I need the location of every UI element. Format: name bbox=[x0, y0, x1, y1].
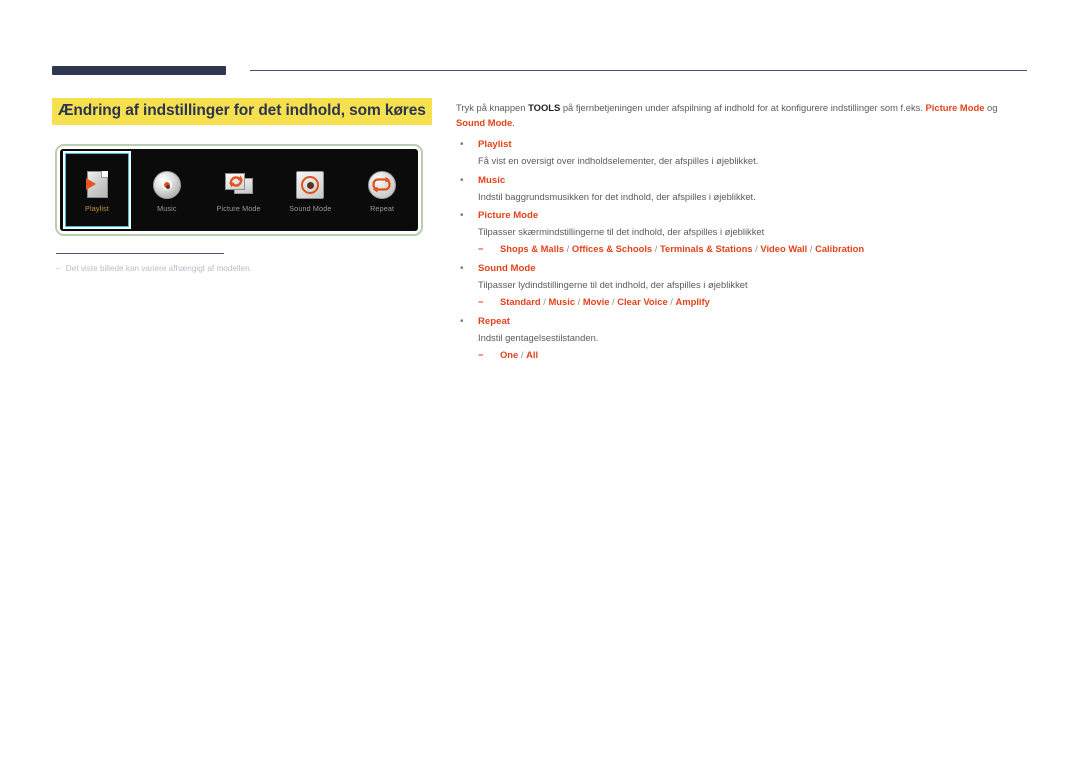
bullet-options: Shops & Malls / Offices & Schools / Term… bbox=[500, 243, 865, 255]
sound-mode-ring-icon bbox=[293, 170, 327, 200]
bullet-title: Playlist bbox=[478, 139, 512, 151]
header-rule bbox=[52, 66, 1027, 78]
bullet-heading-row: • Music bbox=[456, 173, 1028, 189]
list-item: • Repeat Indstil gentagelsestilstanden. … bbox=[456, 314, 1028, 364]
bullet-options: One / All bbox=[500, 349, 539, 361]
picture-mode-keyword: Picture Mode bbox=[925, 102, 985, 113]
dash-glyph: − bbox=[478, 296, 484, 308]
bullet-description: Få vist en oversigt over indholdselement… bbox=[478, 155, 759, 167]
intro-part-2: på fjernbetjeningen under afspilning af … bbox=[560, 102, 926, 113]
playlist-page-play-icon bbox=[80, 170, 114, 200]
bullet-heading-row: • Repeat bbox=[456, 314, 1028, 330]
manual-page: Ændring af indstillinger for det indhold… bbox=[0, 0, 1080, 763]
intro-paragraph: Tryk på knappen TOOLS på fjernbetjeninge… bbox=[456, 100, 1028, 130]
bullet-description: Indstil gentagelsestilstanden. bbox=[478, 331, 599, 343]
bullet-options-row: − Shops & Malls / Offices & Schools / Te… bbox=[478, 240, 1028, 257]
bullet-description: Tilpasser skærmindstillingerne til det i… bbox=[478, 226, 765, 237]
osd-item-label: Picture Mode bbox=[216, 204, 261, 214]
osd-item-label: Sound Mode bbox=[289, 204, 332, 214]
bullet-glyph: • bbox=[460, 210, 464, 221]
header-rule-thick-bar bbox=[52, 66, 226, 75]
bullet-glyph: • bbox=[460, 174, 464, 186]
tools-keyword: TOOLS bbox=[528, 102, 561, 113]
figure-footnote: − Det viste billede kan variere afhængig… bbox=[56, 263, 436, 274]
list-item: • Picture Mode Tilpasser skærmindstillin… bbox=[456, 208, 1028, 258]
footnote-text: Det viste billede kan variere afhængigt … bbox=[65, 264, 252, 273]
bullet-title: Sound Mode bbox=[478, 262, 536, 274]
osd-item-music[interactable]: Music bbox=[131, 149, 203, 231]
list-item: • Music Indstil baggrundsmusikken for de… bbox=[456, 173, 1028, 205]
osd-item-label: Music bbox=[157, 204, 177, 214]
bullet-glyph: • bbox=[460, 262, 464, 274]
repeat-loop-icon bbox=[365, 170, 399, 200]
bullet-title: Music bbox=[478, 174, 506, 186]
osd-figure: Playlist Music Picture Mode Sound Mode R… bbox=[55, 144, 423, 236]
osd-panel: Playlist Music Picture Mode Sound Mode R… bbox=[60, 149, 418, 231]
bullet-description: Tilpasser lydindstillingerne til det ind… bbox=[478, 278, 748, 290]
osd-item-repeat[interactable]: Repeat bbox=[346, 149, 418, 231]
intro-part-3: og bbox=[984, 102, 998, 113]
bullet-options: Standard / Music / Movie / Clear Voice /… bbox=[500, 296, 710, 308]
osd-item-playlist[interactable]: Playlist bbox=[63, 151, 131, 229]
bullet-title: Picture Mode bbox=[478, 210, 539, 221]
intro-part-1: Tryk på knappen bbox=[456, 102, 529, 113]
osd-item-picture-mode[interactable]: Picture Mode bbox=[203, 149, 275, 231]
bullet-options-row: − Standard / Music / Movie / Clear Voice… bbox=[478, 293, 1028, 310]
footnote-divider bbox=[56, 253, 224, 254]
picture-mode-frames-refresh-icon bbox=[222, 170, 256, 200]
content-column: Tryk på knappen TOOLS på fjernbetjeninge… bbox=[456, 100, 1028, 367]
bullet-glyph: • bbox=[460, 139, 464, 151]
intro-part-4: . bbox=[512, 117, 515, 129]
bullet-heading-row: • Playlist bbox=[456, 137, 1028, 153]
bullet-heading-row: • Picture Mode bbox=[456, 208, 1028, 224]
bullet-options-row: − One / All bbox=[478, 346, 1028, 363]
list-item: • Sound Mode Tilpasser lydindstillingern… bbox=[456, 261, 1028, 311]
list-item: • Playlist Få vist en oversigt over indh… bbox=[456, 137, 1028, 169]
osd-item-label: Playlist bbox=[85, 204, 109, 214]
bullet-heading-row: • Sound Mode bbox=[456, 261, 1028, 277]
bullet-glyph: • bbox=[460, 315, 464, 327]
dash-glyph: − bbox=[478, 349, 484, 361]
footnote-dash: − bbox=[56, 264, 61, 273]
bullet-title: Repeat bbox=[478, 315, 510, 327]
bullet-description: Indstil baggrundsmusikken for det indhol… bbox=[478, 190, 756, 202]
sound-mode-keyword: Sound Mode bbox=[456, 117, 513, 129]
header-rule-thin-line bbox=[250, 70, 1027, 71]
osd-item-sound-mode[interactable]: Sound Mode bbox=[275, 149, 347, 231]
osd-item-label: Repeat bbox=[370, 204, 395, 214]
music-disc-icon bbox=[150, 170, 184, 200]
dash-glyph: − bbox=[478, 243, 484, 255]
page-title: Ændring af indstillinger for det indhold… bbox=[52, 98, 432, 125]
